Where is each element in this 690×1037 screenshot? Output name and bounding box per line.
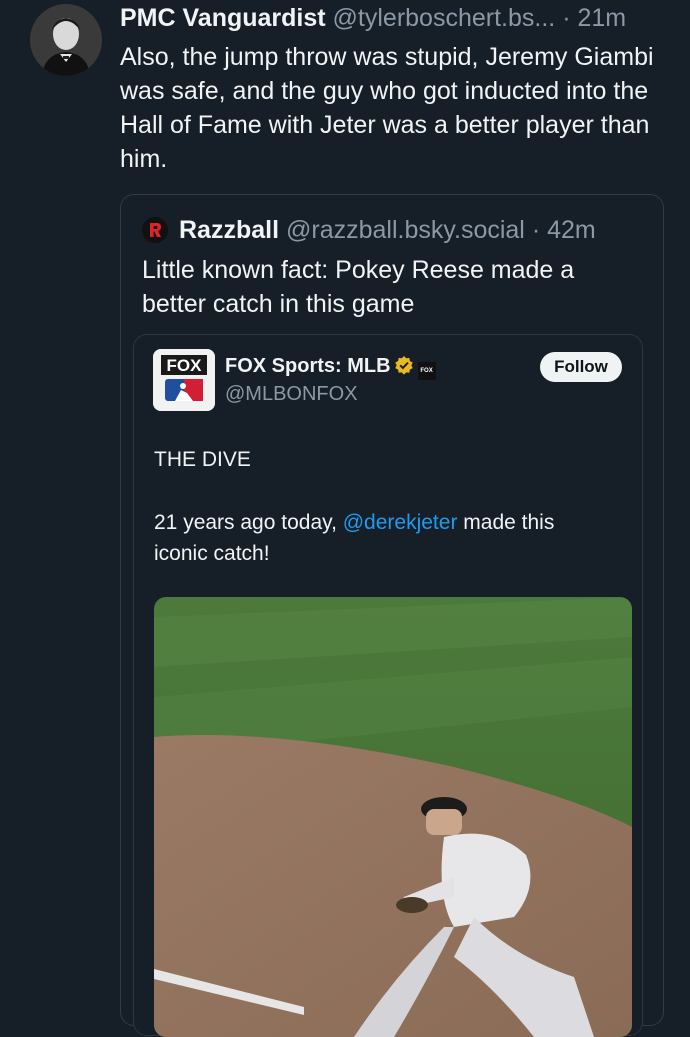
- quote-handle[interactable]: @razzball.bsky.social: [286, 216, 525, 244]
- post: PMC Vanguardist @tylerboschert.bs... · 2…: [0, 0, 690, 1037]
- quote-header: Razzball @razzball.bsky.social · 42m: [179, 213, 649, 247]
- embed-handle[interactable]: @MLBONFOX: [225, 381, 358, 407]
- fox-mlb-logo[interactable]: FOX: [153, 349, 215, 411]
- separator: ·: [562, 4, 571, 32]
- quote-separator: ·: [531, 216, 541, 244]
- video-thumbnail[interactable]: [154, 597, 632, 1037]
- post-header: PMC Vanguardist @tylerboschert.bs... · 2…: [120, 2, 675, 34]
- handle[interactable]: @tylerboschert.bs...: [333, 4, 556, 32]
- quote-timestamp[interactable]: 42m: [547, 216, 596, 244]
- fox-logo-text: FOX: [167, 356, 203, 375]
- timestamp[interactable]: 21m: [577, 4, 626, 32]
- mention-link[interactable]: @derekjeter: [343, 511, 458, 534]
- embed-account-name[interactable]: FOX Sports: MLB FOX: [225, 353, 436, 380]
- quote-display-name[interactable]: Razzball: [179, 216, 279, 244]
- display-name[interactable]: PMC Vanguardist: [120, 4, 326, 32]
- avatar[interactable]: [30, 4, 102, 76]
- post-text: Also, the jump throw was stupid, Jeremy …: [120, 43, 654, 173]
- verified-badge-icon: [394, 356, 413, 375]
- quote-text: Little known fact: Pokey Reese made a be…: [142, 256, 575, 318]
- razzball-logo-icon: [142, 217, 168, 243]
- embed-body-text-start: 21 years ago today,: [154, 511, 343, 534]
- embedded-tweet[interactable]: FOX FOX Sports: MLB FOX @MLBONFOX Follow …: [133, 334, 643, 1037]
- embed-body: 21 years ago today, @derekjeter made thi…: [154, 507, 604, 569]
- embed-title: THE DIVE: [154, 448, 251, 471]
- follow-button[interactable]: Follow: [540, 352, 622, 382]
- embed-account-label: FOX Sports: MLB: [225, 355, 391, 377]
- fox-badge-icon: FOX: [417, 362, 436, 380]
- quoted-post[interactable]: Razzball @razzball.bsky.social · 42m Lit…: [120, 194, 664, 1037]
